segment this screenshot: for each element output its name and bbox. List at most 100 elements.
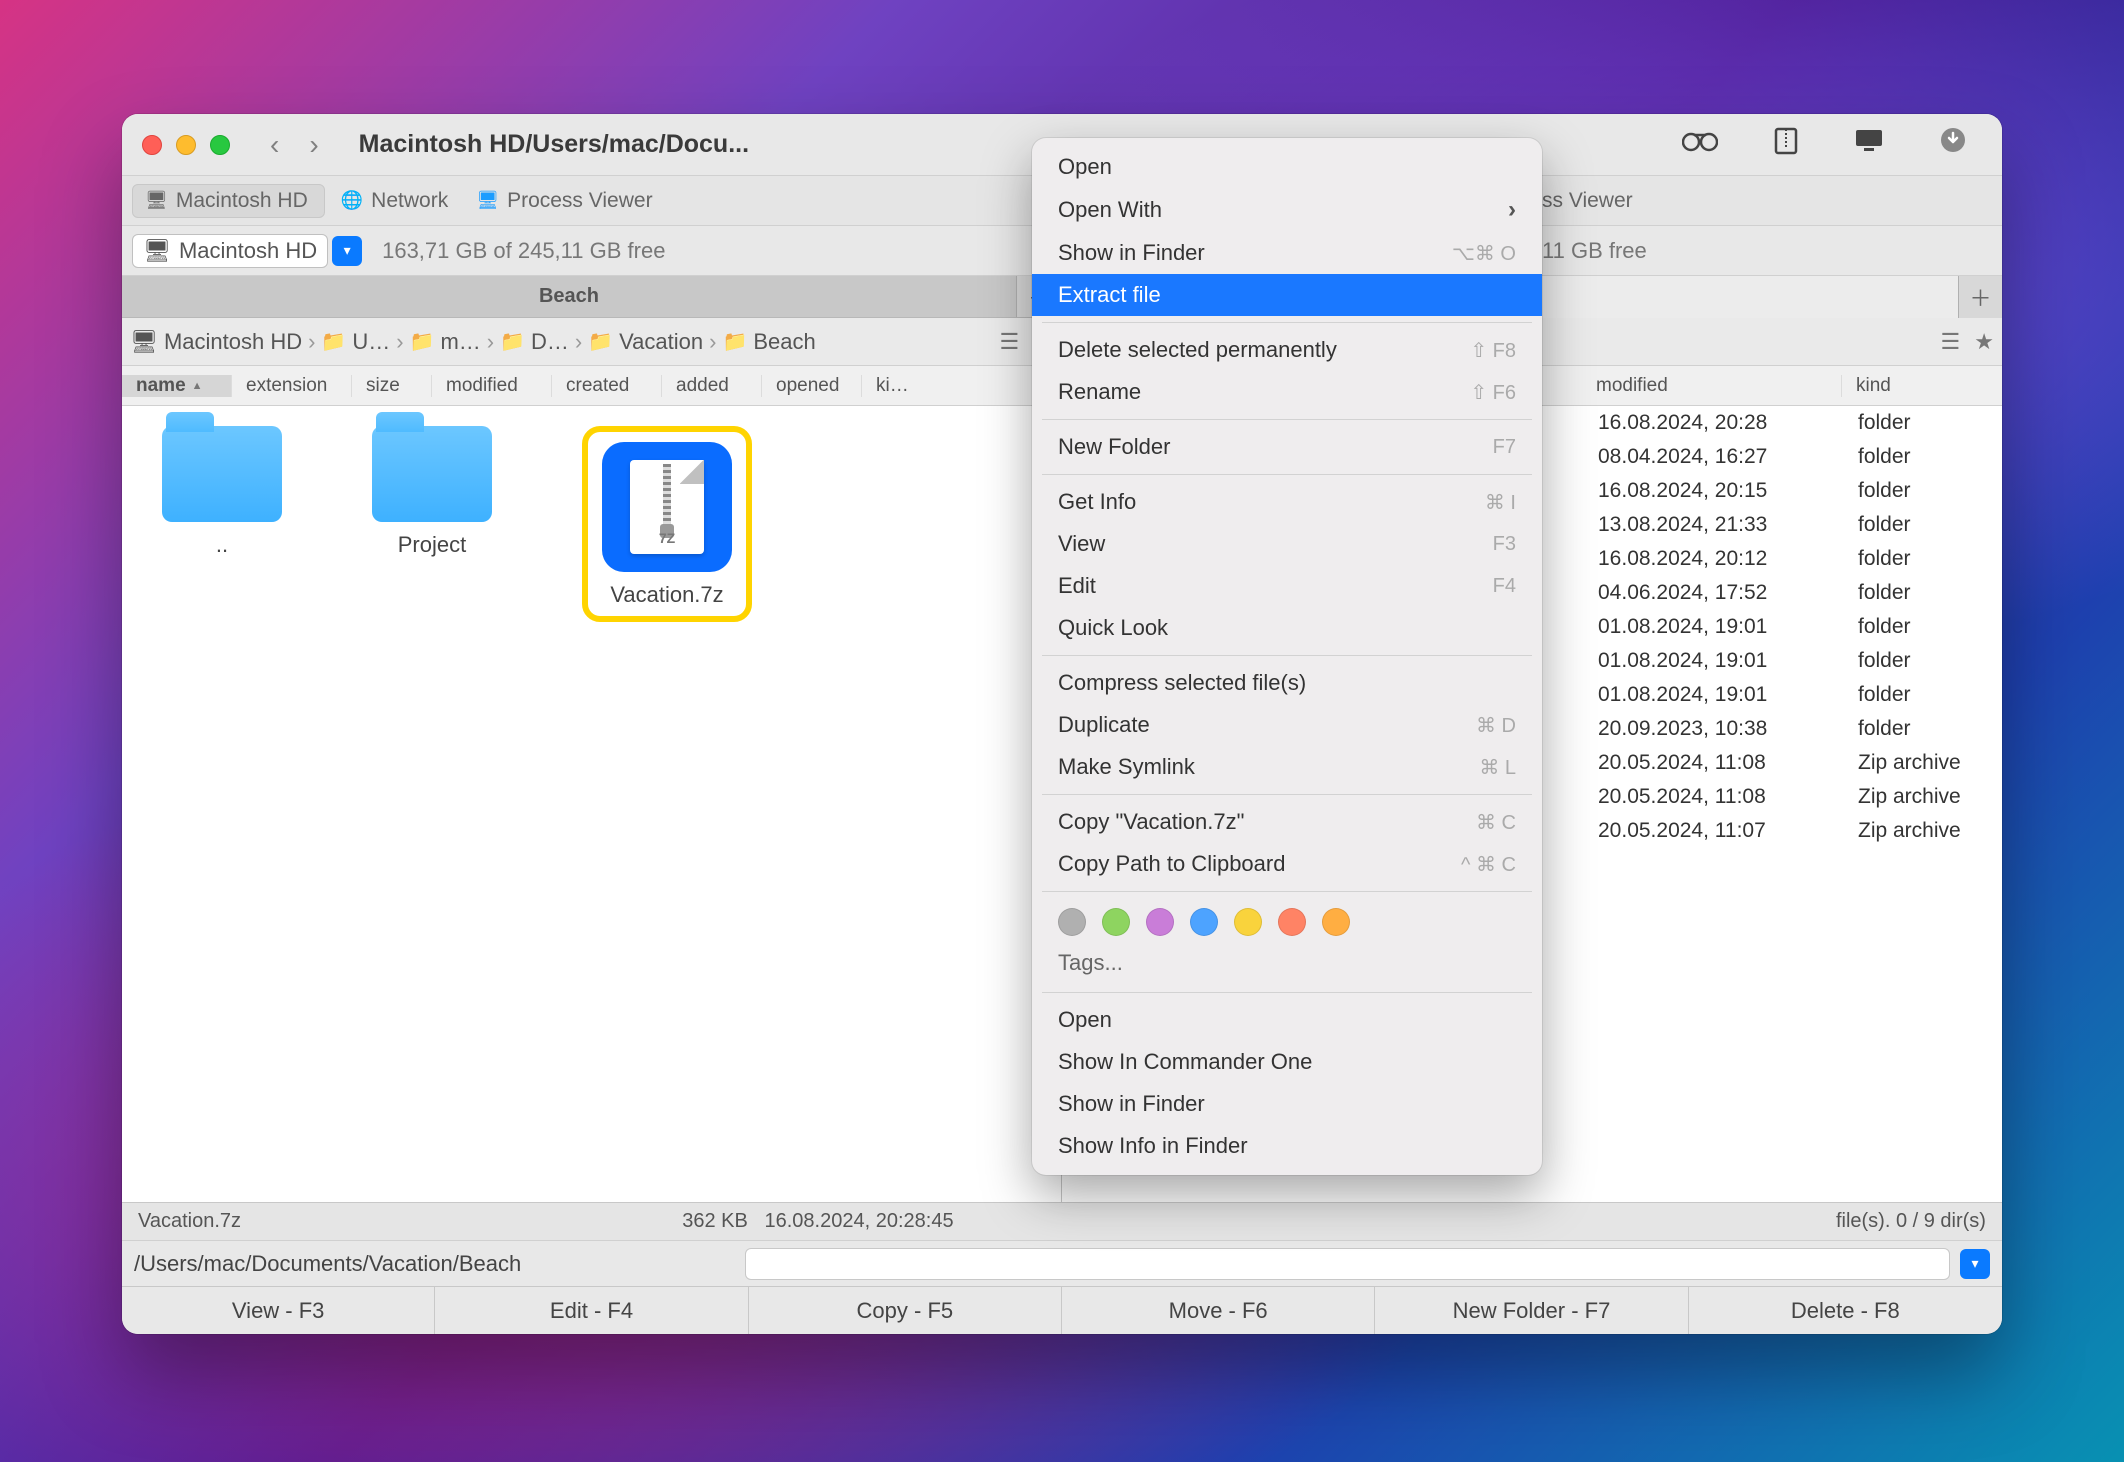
fkey-edit[interactable]: Edit - F4 xyxy=(435,1287,748,1334)
menu-new-folder[interactable]: New FolderF7 xyxy=(1032,426,1542,468)
disk-selector[interactable]: 🖥Macintosh HD xyxy=(132,234,328,268)
status-size: 362 KB xyxy=(682,1210,748,1232)
col-extension[interactable]: extension xyxy=(232,375,352,397)
menu-open-2[interactable]: Open xyxy=(1032,999,1542,1041)
tag-color[interactable] xyxy=(1058,908,1086,936)
location-item-network[interactable]: 🌐Network xyxy=(341,189,448,213)
binoculars-icon[interactable] xyxy=(1682,127,1718,162)
menu-show-in-finder[interactable]: Show in Finder⌥⌘ O xyxy=(1032,232,1542,274)
folder-icon xyxy=(372,426,492,522)
menu-compress[interactable]: Compress selected file(s) xyxy=(1032,662,1542,704)
col-modified[interactable]: modified xyxy=(432,375,552,397)
fkey-delete[interactable]: Delete - F8 xyxy=(1689,1287,2002,1334)
back-button[interactable]: ‹ xyxy=(270,129,279,161)
status-filename: Vacation.7z xyxy=(138,1210,241,1233)
tag-color[interactable] xyxy=(1146,908,1174,936)
menu-get-info[interactable]: Get Info⌘ I xyxy=(1032,481,1542,523)
tag-color[interactable] xyxy=(1190,908,1218,936)
zoom-window-button[interactable] xyxy=(210,135,230,155)
download-icon[interactable] xyxy=(1940,127,1966,162)
location-item-process[interactable]: 🖥Process Viewer xyxy=(476,189,652,213)
fkey-copy[interactable]: Copy - F5 xyxy=(749,1287,1062,1334)
add-tab-button-right-visible[interactable]: ＋ xyxy=(1958,276,2002,318)
left-tab-header: Beach ＋ xyxy=(122,276,1061,318)
close-window-button[interactable] xyxy=(142,135,162,155)
forward-button[interactable]: › xyxy=(309,129,318,161)
file-item-vacation-7z[interactable]: 7Z Vacation.7z xyxy=(582,426,752,622)
monitor-icon[interactable] xyxy=(1854,127,1884,162)
menu-view[interactable]: ViewF3 xyxy=(1032,523,1542,565)
menu-tags-label[interactable]: Tags... xyxy=(1032,946,1542,986)
location-item-process-fragment: ss Viewer xyxy=(1542,176,1633,226)
col-name[interactable]: name▲ xyxy=(122,375,232,397)
breadcrumb-docs[interactable]: 📁D… xyxy=(500,329,569,355)
menu-duplicate[interactable]: Duplicate⌘ D xyxy=(1032,704,1542,746)
location-item-hd[interactable]: 🖥Macintosh HD xyxy=(132,184,325,218)
status-right-files: file(s). 0 / 9 dir(s) xyxy=(1836,1210,1986,1233)
process-icon: 🖥 xyxy=(476,190,499,211)
menu-make-symlink[interactable]: Make Symlink⌘ L xyxy=(1032,746,1542,788)
title-path: Macintosh HD/Users/mac/Docu... xyxy=(359,130,749,159)
folder-item-project[interactable]: Project xyxy=(372,426,492,558)
menu-show-info-finder[interactable]: Show Info in Finder xyxy=(1032,1125,1542,1167)
folder-icon: 📁 xyxy=(321,329,346,354)
statusline: Vacation.7z 362 KB 16.08.2024, 20:28:45 … xyxy=(122,1202,2002,1240)
left-column-headers: name▲ extension size modified created ad… xyxy=(122,366,1061,406)
fkey-move[interactable]: Move - F6 xyxy=(1062,1287,1375,1334)
breadcrumb-mac[interactable]: 📁m… xyxy=(410,329,481,355)
parent-folder-item[interactable]: .. xyxy=(162,426,282,558)
menu-quick-look[interactable]: Quick Look xyxy=(1032,607,1542,649)
menu-edit[interactable]: EditF4 xyxy=(1032,565,1542,607)
tag-color[interactable] xyxy=(1234,908,1262,936)
sort-asc-icon: ▲ xyxy=(192,380,203,392)
fkey-newfolder[interactable]: New Folder - F7 xyxy=(1375,1287,1688,1334)
menu-delete-permanently[interactable]: Delete selected permanently⇧ F8 xyxy=(1032,329,1542,371)
left-icon-grid[interactable]: .. Project 7Z Vacation.7z xyxy=(122,406,1061,1202)
col-created[interactable]: created xyxy=(552,375,662,397)
tag-color[interactable] xyxy=(1322,908,1350,936)
menu-show-commander[interactable]: Show In Commander One xyxy=(1032,1041,1542,1083)
path-input[interactable] xyxy=(745,1248,1950,1280)
path-dropdown[interactable]: ▾ xyxy=(1960,1249,1990,1279)
traffic-lights xyxy=(142,135,230,155)
menu-copy-named[interactable]: Copy "Vacation.7z"⌘ C xyxy=(1032,801,1542,843)
left-breadcrumb: 🖥Macintosh HD› 📁U…› 📁m…› 📁D…› 📁Vacation›… xyxy=(122,318,1061,366)
context-menu: Open Open With Show in Finder⌥⌘ O Extrac… xyxy=(1032,138,1542,1175)
col-kind-right[interactable]: kind xyxy=(1842,375,2002,397)
globe-icon: 🌐 xyxy=(341,190,363,211)
archive-7z-icon: 7Z xyxy=(602,442,732,572)
archive-icon[interactable] xyxy=(1774,127,1798,162)
pathbar: /Users/mac/Documents/Vacation/Beach ▾ xyxy=(122,1240,2002,1286)
col-size[interactable]: size xyxy=(352,375,432,397)
menu-copy-path[interactable]: Copy Path to Clipboard^ ⌘ C xyxy=(1032,843,1542,885)
col-opened[interactable]: opened xyxy=(762,375,862,397)
breadcrumb-vacation[interactable]: 📁Vacation xyxy=(588,329,703,355)
toolbar-icons xyxy=(1682,127,1982,162)
list-view-icon[interactable]: ☰ xyxy=(1000,329,1020,355)
col-added[interactable]: added xyxy=(662,375,762,397)
nav-arrows: ‹ › xyxy=(270,129,319,161)
menu-tag-colors xyxy=(1032,898,1542,946)
menu-rename[interactable]: Rename⇧ F6 xyxy=(1032,371,1542,413)
menu-show-finder-2[interactable]: Show in Finder xyxy=(1032,1083,1542,1125)
list-view-icon[interactable]: ☰ xyxy=(1941,329,1961,355)
tag-color[interactable] xyxy=(1102,908,1130,936)
disk-dropdown[interactable]: ▾ xyxy=(332,236,362,266)
fkey-view[interactable]: View - F3 xyxy=(122,1287,435,1334)
minimize-window-button[interactable] xyxy=(176,135,196,155)
breadcrumb-hd[interactable]: 🖥Macintosh HD xyxy=(130,329,302,355)
col-modified-right[interactable]: modified xyxy=(1582,375,1842,397)
folder-icon xyxy=(162,426,282,522)
menu-open[interactable]: Open xyxy=(1032,146,1542,188)
menu-extract-file[interactable]: Extract file xyxy=(1032,274,1542,316)
breadcrumb-users[interactable]: 📁U… xyxy=(321,329,390,355)
breadcrumb-beach[interactable]: 📁Beach xyxy=(722,329,815,355)
folder-icon: 📁 xyxy=(588,329,613,354)
menu-open-with[interactable]: Open With xyxy=(1032,188,1542,232)
tab-beach[interactable]: Beach xyxy=(122,276,1017,317)
disk-icon: 🖥 xyxy=(143,238,171,264)
tag-color[interactable] xyxy=(1278,908,1306,936)
star-icon[interactable]: ★ xyxy=(1974,329,1994,355)
folder-icon: 📁 xyxy=(722,329,747,354)
status-date: 16.08.2024, 20:28:45 xyxy=(765,1210,954,1232)
